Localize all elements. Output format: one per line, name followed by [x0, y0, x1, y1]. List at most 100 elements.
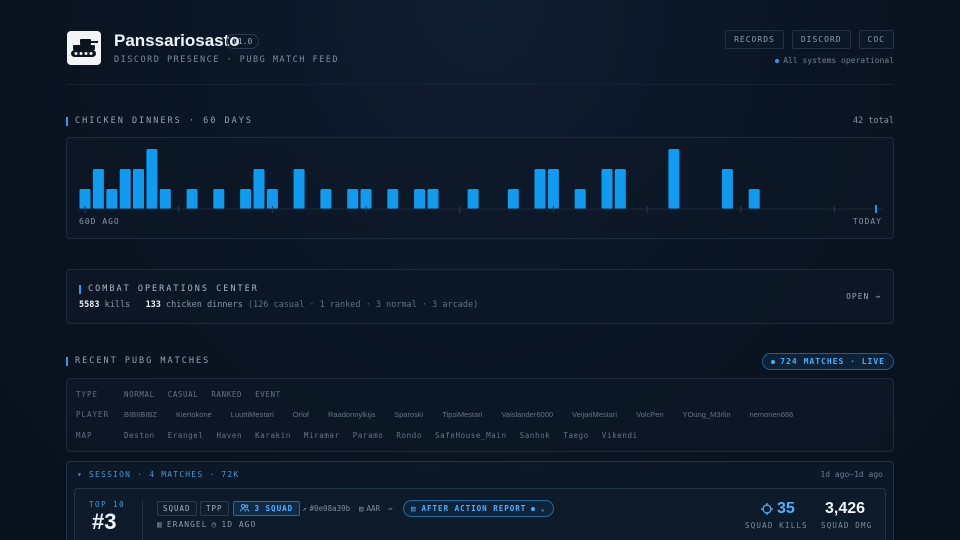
player-filter-option-5[interactable]: Sparoski	[394, 410, 423, 419]
player-filter-option-6[interactable]: TipsiMestari	[442, 410, 482, 419]
dinners-chart: 60D AGO TODAY	[66, 137, 894, 239]
status-text: All systems operational	[783, 56, 894, 65]
after-action-report-button[interactable]: ▤ AFTER ACTION REPORT ⌄	[403, 500, 554, 517]
nav-coc-button[interactable]: COC	[858, 30, 894, 49]
dinner-bar[interactable]	[614, 169, 626, 209]
map-filter-option-3[interactable]: Karakin	[255, 431, 291, 440]
map-filter-option-1[interactable]: Erangel	[168, 431, 204, 440]
header-divider	[66, 84, 894, 85]
recent-matches-title: RECENT PUBG MATCHES	[75, 356, 211, 366]
dinner-bar[interactable]	[574, 189, 586, 209]
player-filter-label: PLAYER	[76, 410, 110, 419]
dinner-bar[interactable]	[92, 169, 104, 209]
player-filter-option-9[interactable]: VolcPen	[636, 410, 664, 419]
live-badge-text: 724 MATCHES · LIVE	[780, 357, 885, 366]
match-map: ERANGEL	[166, 520, 208, 529]
dinner-bar[interactable]	[668, 149, 680, 209]
player-filter-row: PLAYER BIBIIBIBZ Kiertokone LuuttiMestari O…	[76, 410, 812, 419]
filter-panel: TYPE NORMAL CASUAL RANKED EVENT PLAYER BIBI…	[66, 378, 894, 452]
map-filter-option-5[interactable]: Paramo	[353, 431, 384, 440]
dinner-bar[interactable]	[119, 169, 131, 209]
dinner-bar[interactable]	[240, 189, 252, 209]
match-id[interactable]: ↗ #0e08a39b	[302, 504, 350, 513]
squad-kills-value: 35	[777, 500, 795, 517]
dinner-bar[interactable]	[414, 189, 426, 209]
player-filter-option-10[interactable]: YOung_M3rlin	[683, 410, 731, 419]
dinner-bar[interactable]	[601, 169, 613, 209]
type-filter-label: TYPE	[76, 390, 99, 399]
player-filter-option-7[interactable]: Vaislander6000	[501, 410, 553, 419]
map-filter-option-0[interactable]: Deston	[124, 431, 155, 440]
map-filter-option-4[interactable]: Miramar	[304, 431, 340, 440]
team-chip: 3 SQUAD	[233, 501, 301, 516]
type-filter-option-0[interactable]: NORMAL	[124, 390, 155, 399]
map-filter-option-8[interactable]: Sanhok	[520, 431, 551, 440]
map-filter-options: Deston Erangel Haven Karakin Miramar Paramo Ro…	[124, 431, 651, 440]
type-filter-options: NORMAL CASUAL RANKED EVENT	[124, 390, 294, 399]
player-filter-option-11[interactable]: nemonen666	[750, 410, 794, 419]
top-nav: RECORDS DISCORD COC	[725, 30, 894, 49]
dinners-value: 133	[145, 300, 161, 310]
player-filter-option-0[interactable]: BIBIIBIBZ	[124, 410, 157, 419]
player-filter-option-1[interactable]: Kiertokone	[176, 410, 212, 419]
type-filter-option-3[interactable]: EVENT	[255, 390, 281, 399]
dinner-bar[interactable]	[146, 149, 158, 209]
player-filter-option-2[interactable]: LuuttiMestari	[231, 410, 274, 419]
section-marker	[79, 284, 81, 294]
dinner-bar[interactable]	[507, 189, 519, 209]
map-filter-option-6[interactable]: Rondo	[396, 431, 422, 440]
dinner-bar[interactable]	[133, 169, 144, 209]
chart-end-label: TODAY	[853, 217, 882, 226]
map-filter-option-9[interactable]: Taego	[563, 431, 589, 440]
player-filter-option-8[interactable]: VeijariMestari	[572, 410, 617, 419]
nav-records-button[interactable]: RECORDS	[725, 30, 784, 49]
chicken-dinners-heading: CHICKEN DINNERS · 60 DAYS	[66, 116, 253, 126]
dinner-bar[interactable]	[427, 189, 439, 209]
aar-button-label: AFTER ACTION REPORT	[421, 504, 527, 513]
combat-ops-stats: 5583 kills 133 chicken dinners (126 casu…	[79, 300, 478, 310]
player-filter-option-4[interactable]: Raadonnylkija	[328, 410, 375, 419]
dinner-bar[interactable]	[347, 189, 359, 209]
nav-discord-button[interactable]: DISCORD	[791, 30, 851, 49]
player-filter-option-3[interactable]: Orlof	[293, 410, 309, 419]
dinners-chart-svg: 60D AGO TODAY	[79, 149, 882, 226]
map-filter-option-2[interactable]: Haven	[217, 431, 243, 440]
mode-chip: SQUAD	[157, 501, 197, 516]
aar-tag-text: AAR	[366, 504, 381, 513]
dinner-bar[interactable]	[748, 189, 760, 209]
dinner-bar[interactable]	[106, 189, 118, 209]
match-map-line: ▥ ERANGEL ◷ 1D AGO	[157, 520, 256, 529]
tank-icon	[71, 39, 98, 57]
chart-start-label: 60D AGO	[79, 217, 120, 226]
dinner-bar[interactable]	[253, 169, 265, 209]
app-title: Panssariosasto	[114, 31, 240, 50]
type-filter-option-2[interactable]: RANKED	[211, 390, 242, 399]
dinner-bar[interactable]	[534, 169, 546, 209]
link-icon: ⇔	[388, 504, 393, 513]
recent-matches-heading: RECENT PUBG MATCHES	[66, 356, 210, 366]
dinner-bar[interactable]	[387, 189, 399, 209]
dinners-total: 42 total	[853, 116, 894, 126]
combat-ops-panel[interactable]: COMBAT OPERATIONS CENTER 5583 kills 133 …	[66, 269, 894, 324]
aar-tag[interactable]: ▤ AAR	[359, 504, 380, 513]
dinner-bar[interactable]	[159, 189, 171, 209]
match-card[interactable]: TOP 10 #3 SQUAD TPP 3 SQUAD ↗ #0e08a39b …	[74, 488, 886, 540]
placement-label: TOP 10	[89, 500, 126, 509]
dinner-bar[interactable]	[721, 169, 733, 209]
card-divider	[142, 499, 143, 540]
placement-value: #3	[92, 509, 117, 534]
open-combat-ops-link[interactable]: OPEN →	[846, 292, 881, 301]
report-icon: ▤	[411, 504, 417, 513]
dinner-bar[interactable]	[213, 189, 225, 209]
dinner-bar[interactable]	[293, 169, 305, 209]
dinner-bar[interactable]	[467, 189, 479, 209]
dinner-bar[interactable]	[320, 189, 332, 209]
type-filter-row: TYPE NORMAL CASUAL RANKED EVENT	[76, 390, 294, 399]
map-filter-option-7[interactable]: SafeHouse_Main	[435, 431, 507, 440]
type-filter-option-1[interactable]: CASUAL	[168, 390, 199, 399]
map-filter-option-10[interactable]: Vikendi	[602, 431, 638, 440]
dinners-breakdown: (126 casual · 1 ranked · 3 normal · 3 ar…	[247, 300, 479, 310]
dinner-bar[interactable]	[186, 189, 198, 209]
session-toggle[interactable]: ▾ SESSION · 4 MATCHES · 72K	[77, 470, 239, 479]
dinner-bar[interactable]	[547, 169, 559, 209]
